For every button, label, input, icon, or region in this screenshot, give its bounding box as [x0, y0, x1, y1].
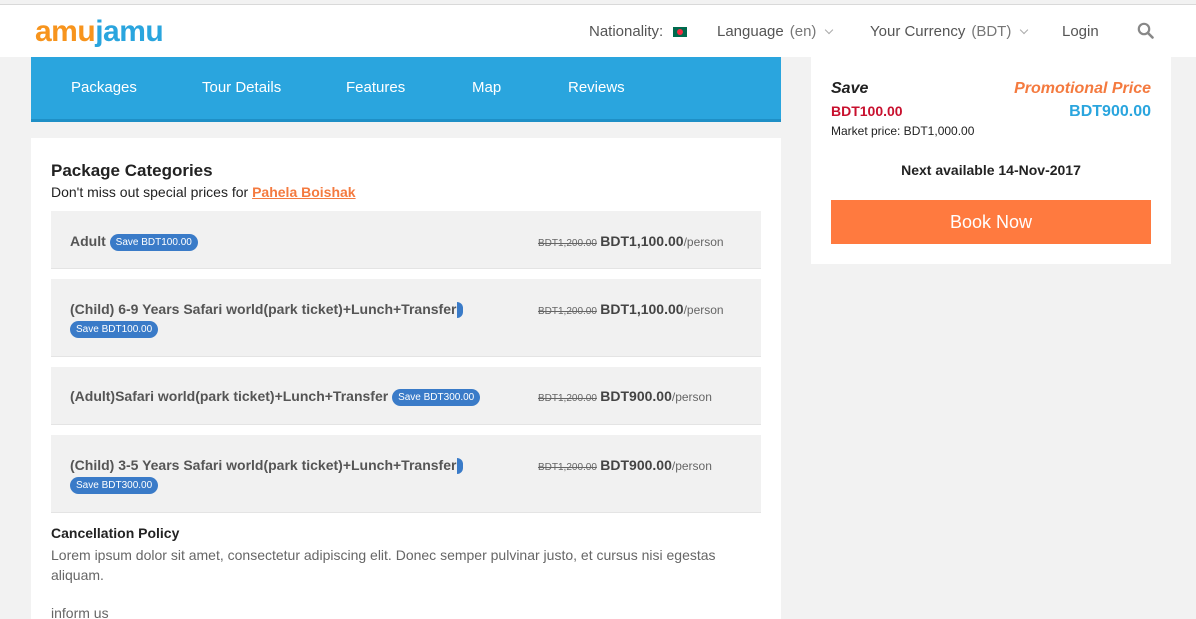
package-price: BDT1,200.00 BDT1,100.00/person	[538, 233, 724, 249]
old-price: BDT1,200.00	[538, 306, 597, 317]
badge-tail	[457, 458, 464, 475]
package-categories-subtitle: Don't miss out special prices for Pahela…	[51, 184, 356, 200]
save-badge: Save BDT300.00	[392, 388, 481, 406]
package-name: (Adult)Safari world(park ticket)+Lunch+T…	[70, 388, 389, 404]
tab-features[interactable]: Features	[346, 79, 405, 96]
book-now-button[interactable]: Book Now	[831, 200, 1151, 244]
price-unit: /person	[683, 303, 724, 317]
bangladesh-flag-icon	[673, 26, 688, 37]
currency-label: Your Currency	[870, 23, 966, 40]
package-row-title: (Adult)Safari world(park ticket)+Lunch+T…	[70, 388, 481, 406]
promo-link[interactable]: Pahela Boishak	[252, 184, 356, 200]
tab-map[interactable]: Map	[472, 79, 501, 96]
save-label: Save	[831, 80, 869, 97]
logo-part-2: jamu	[95, 15, 164, 48]
currency-selector[interactable]: Your Currency (BDT)	[870, 23, 1029, 40]
package-price: BDT1,200.00 BDT900.00/person	[538, 388, 712, 404]
next-available: Next available 14-Nov-2017	[901, 162, 1081, 178]
price-unit: /person	[671, 459, 712, 473]
package-name: (Child) 6-9 Years Safari world(park tick…	[70, 301, 457, 317]
chevron-down-icon	[825, 25, 834, 34]
save-amount: BDT100.00	[831, 103, 903, 119]
search-icon[interactable]	[1137, 22, 1154, 39]
badge-tail	[457, 302, 464, 319]
save-badge: Save BDT100.00	[109, 233, 198, 251]
chevron-down-icon	[1020, 25, 1029, 34]
package-panel: Package Categories Don't miss out specia…	[31, 138, 781, 619]
nationality-selector[interactable]: Nationality:	[589, 23, 688, 40]
site-header: amujamu Nationality: Language (en) Your …	[0, 5, 1196, 57]
booking-sidebar: Save BDT100.00 Market price: BDT1,000.00…	[811, 57, 1171, 264]
package-price: BDT1,200.00 BDT1,100.00/person	[538, 301, 724, 317]
new-price: BDT900.00	[600, 457, 672, 473]
section-tabs: Packages Tour Details Features Map Revie…	[31, 57, 781, 122]
subtitle-text: Don't miss out special prices for	[51, 184, 249, 200]
package-row[interactable]: (Child) 6-9 Years Safari world(park tick…	[51, 279, 761, 357]
market-price: Market price: BDT1,000.00	[831, 124, 975, 138]
package-row-title: (Child) 3-5 Years Safari world(park tick…	[70, 457, 464, 475]
package-row-title: (Child) 6-9 Years Safari world(park tick…	[70, 301, 464, 319]
new-price: BDT1,100.00	[600, 301, 684, 317]
package-name: Adult	[70, 233, 106, 249]
logo-part-1: amu	[35, 15, 96, 48]
promo-amount: BDT900.00	[1069, 103, 1151, 120]
cancellation-title: Cancellation Policy	[51, 525, 180, 541]
nationality-label: Nationality:	[589, 23, 664, 40]
save-badge: Save BDT100.00	[70, 321, 159, 338]
tab-tour-details[interactable]: Tour Details	[202, 79, 281, 96]
cancellation-text: Lorem ipsum dolor sit amet, consectetur …	[51, 547, 716, 583]
package-row[interactable]: Adult Save BDT100.00 BDT1,200.00 BDT1,10…	[51, 211, 761, 269]
save-badge: Save BDT300.00	[70, 477, 159, 494]
language-label: Language	[717, 23, 784, 40]
language-value: (en)	[789, 23, 817, 40]
new-price: BDT900.00	[600, 388, 672, 404]
package-row[interactable]: (Adult)Safari world(park ticket)+Lunch+T…	[51, 367, 761, 425]
old-price: BDT1,200.00	[538, 238, 597, 249]
package-categories-title: Package Categories	[51, 161, 213, 180]
login-link[interactable]: Login	[1062, 23, 1099, 40]
language-selector[interactable]: Language (en)	[717, 23, 834, 40]
inform-us-text: inform us	[51, 605, 109, 619]
tab-reviews[interactable]: Reviews	[568, 79, 625, 96]
price-unit: /person	[671, 390, 712, 404]
price-unit: /person	[683, 235, 724, 249]
package-price: BDT1,200.00 BDT900.00/person	[538, 457, 712, 473]
tab-packages[interactable]: Packages	[71, 79, 137, 96]
new-price: BDT1,100.00	[600, 233, 684, 249]
old-price: BDT1,200.00	[538, 393, 597, 404]
promo-label: Promotional Price	[1014, 80, 1151, 97]
old-price: BDT1,200.00	[538, 462, 597, 473]
currency-value: (BDT)	[971, 23, 1012, 40]
package-name: (Child) 3-5 Years Safari world(park tick…	[70, 457, 457, 473]
package-row-title: Adult Save BDT100.00	[70, 233, 198, 251]
amujamu-logo[interactable]: amujamu	[35, 15, 164, 49]
package-row[interactable]: (Child) 3-5 Years Safari world(park tick…	[51, 435, 761, 513]
